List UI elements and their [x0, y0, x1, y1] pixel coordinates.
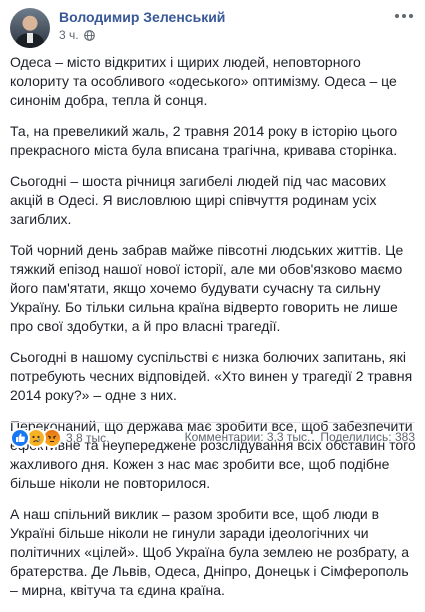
reaction-count: 3,8 тыс.: [66, 431, 110, 445]
post-paragraph: Сьогодні в нашому суспільстві є низка бо…: [10, 349, 413, 403]
facebook-post: Володимир Зеленський 3 ч. Одеса – місто …: [0, 0, 425, 598]
post-paragraph: Одеса – місто відкритих і щирих людей, н…: [10, 54, 397, 108]
like-reaction-icon: [10, 428, 30, 448]
post-paragraph: Той чорний день забрав майже півсотні лю…: [10, 242, 404, 334]
post-meta: 3 ч.: [59, 28, 95, 42]
post-paragraph: Сьогодні – шоста річниця загибелі людей …: [10, 173, 387, 227]
shares-count-link[interactable]: Поделились: 383: [320, 430, 415, 444]
author-name[interactable]: Володимир Зеленський: [59, 9, 225, 25]
more-options-icon[interactable]: [395, 12, 413, 20]
avatar-collar: [27, 33, 33, 43]
reactions-summary[interactable]: 3,8 тыс.: [10, 428, 109, 448]
post-paragraph: А наш спільний виклик – разом зробити вс…: [10, 506, 410, 598]
engagement-stats: Комментарии: 3,3 тыс. Поделились: 383: [185, 430, 415, 444]
footer-divider: [10, 422, 415, 423]
comments-count-link[interactable]: Комментарии: 3,3 тыс.: [185, 430, 311, 444]
post-timestamp[interactable]: 3 ч.: [59, 28, 79, 42]
avatar[interactable]: [10, 8, 50, 48]
post-paragraph: Та, на превеликий жаль, 2 травня 2014 ро…: [10, 123, 398, 158]
globe-icon: [83, 29, 95, 41]
post-body: Одеса – місто відкритих і щирих людей, н…: [10, 53, 418, 612]
